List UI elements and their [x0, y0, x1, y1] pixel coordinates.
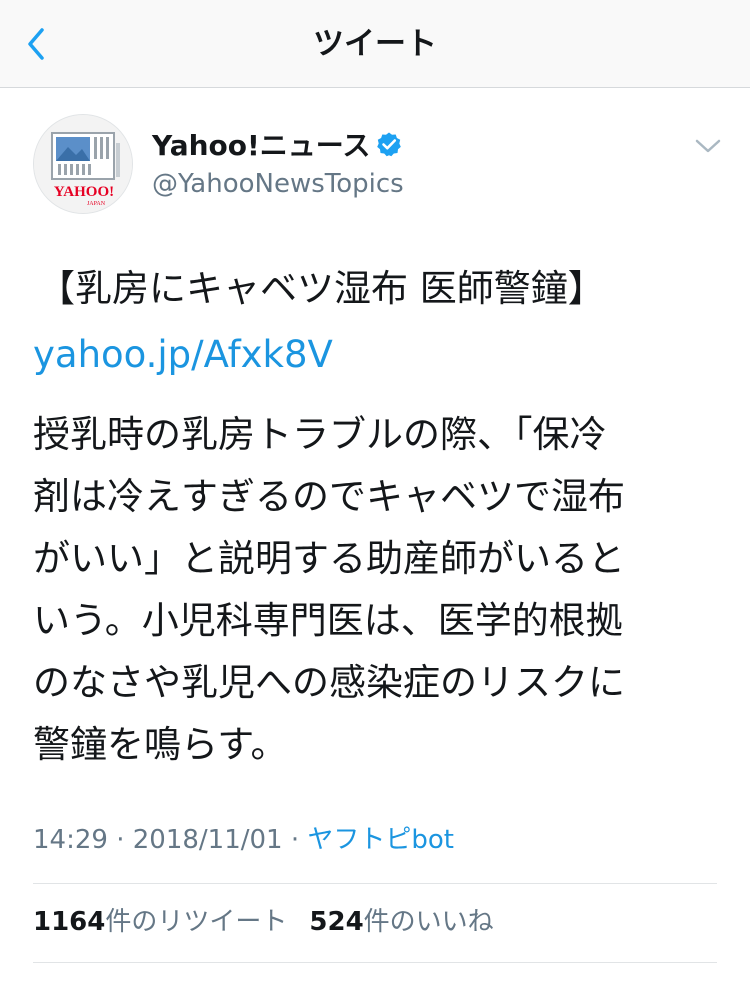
tweet-source-link[interactable]: ヤフトピbot [307, 825, 454, 855]
tweet-body: 授乳時の乳房トラブルの際、「保冷 剤は冷えすぎるのでキャベツで湿布 がいい」と説… [33, 404, 708, 776]
display-name-text: Yahoo!ニュース [152, 129, 371, 162]
likes-label: 件のいいね [363, 907, 494, 937]
verified-badge-icon [377, 132, 402, 157]
divider [33, 962, 717, 963]
avatar-logo-text: YAHOO! [54, 184, 114, 200]
meta-separator: · [290, 825, 300, 855]
avatar-logo-subtext: JAPAN [87, 201, 106, 207]
tweet-stats: 1164件のリツイート 524件のいいね [33, 902, 494, 942]
tweet-metadata: 14:29 · 2018/11/01 · ヤフトピbot [33, 820, 454, 860]
author-display-name[interactable]: Yahoo!ニュース [152, 126, 402, 166]
retweets-count: 1164 [33, 907, 106, 937]
tweet-body-line: 警鐘を鳴らす。 [33, 723, 288, 766]
tweet-body-line: がいい」と説明する助産師がいると [33, 537, 625, 580]
retweets-stat[interactable]: 1164件のリツイート [33, 907, 287, 937]
author-username[interactable]: @YahooNewsTopics [152, 166, 404, 202]
tweet-body-line: いう。小児科専門医は、医学的根拠 [33, 599, 623, 642]
tweet-body-line: 授乳時の乳房トラブルの際、「保冷 [33, 413, 607, 456]
yahoo-news-logo-icon: YAHOO! JAPAN [34, 115, 132, 213]
tweet-time: 14:29 [33, 825, 108, 855]
retweets-label: 件のリツイート [105, 907, 288, 937]
tweet-body-line: のなさや乳児への感染症のリスクに [33, 661, 625, 704]
tweet-headline: 【乳房にキャベツ湿布 医師警鐘】 [38, 267, 605, 310]
likes-count: 524 [309, 907, 364, 937]
tweet-body-line: 剤は冷えすぎるのでキャベツで湿布 [33, 475, 625, 518]
likes-stat[interactable]: 524件のいいね [309, 907, 493, 937]
divider [33, 883, 717, 884]
navigation-bar: ツイート [0, 0, 750, 88]
chevron-down-icon[interactable] [694, 136, 722, 156]
avatar[interactable]: YAHOO! JAPAN [33, 114, 133, 214]
page-title: ツイート [313, 26, 437, 62]
tweet-link[interactable]: yahoo.jp/Afxk8V [33, 328, 333, 382]
tweet-date: 2018/11/01 [132, 825, 283, 855]
meta-separator: · [116, 825, 125, 855]
